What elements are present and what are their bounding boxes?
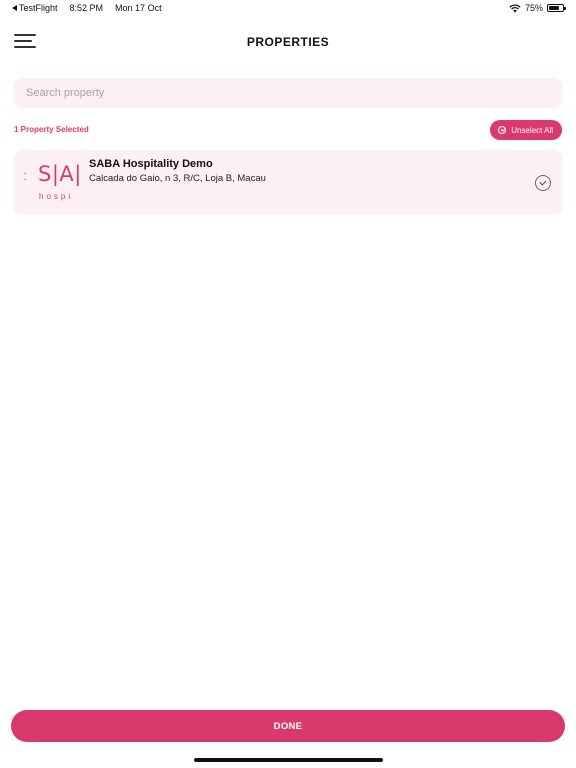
unselect-all-button[interactable]: Unselect All bbox=[490, 120, 562, 140]
check-circle-icon[interactable] bbox=[535, 175, 551, 191]
status-date: Mon 17 Oct bbox=[115, 3, 162, 13]
page-title: PROPERTIES bbox=[246, 35, 330, 49]
search-input[interactable] bbox=[14, 78, 562, 108]
battery-level-fill bbox=[549, 6, 559, 10]
logo-subtitle: hospi bbox=[39, 192, 74, 201]
status-time: 8:52 PM bbox=[69, 3, 104, 13]
back-app-label: TestFlight bbox=[19, 3, 58, 13]
status-right: 75% bbox=[509, 3, 566, 13]
home-indicator bbox=[194, 758, 383, 762]
status-left: TestFlight 8:52 PM Mon 17 Oct bbox=[12, 3, 162, 13]
search-container bbox=[14, 78, 562, 108]
property-address: Calcada do Gaio, n 3, R/C, Loja B, Macau bbox=[89, 173, 266, 184]
property-card[interactable]: · · S|A| hospi SABA Hospitality Demo Calc… bbox=[14, 150, 562, 215]
logo-dots: · · bbox=[24, 169, 27, 184]
done-button[interactable]: DONE bbox=[11, 710, 565, 742]
wifi-icon bbox=[509, 3, 521, 12]
back-to-app-link[interactable]: TestFlight bbox=[12, 3, 58, 13]
logo-mark: S|A| bbox=[38, 162, 82, 186]
property-logo: · · S|A| hospi bbox=[24, 160, 90, 204]
battery-percent: 75% bbox=[524, 3, 543, 13]
status-bar: TestFlight 8:52 PM Mon 17 Oct 75% bbox=[0, 0, 576, 16]
property-name: SABA Hospitality Demo bbox=[89, 158, 213, 170]
unselect-all-label: Unselect All bbox=[511, 125, 553, 135]
back-arrow-icon bbox=[12, 5, 17, 11]
battery-cap bbox=[564, 7, 566, 10]
selected-count-label: 1 Property Selected bbox=[14, 125, 89, 134]
nav-bar: PROPERTIES bbox=[0, 28, 576, 56]
battery-icon bbox=[547, 4, 566, 12]
check-circle-icon bbox=[498, 126, 507, 134]
selection-bar: 1 Property Selected Unselect All bbox=[14, 120, 562, 140]
